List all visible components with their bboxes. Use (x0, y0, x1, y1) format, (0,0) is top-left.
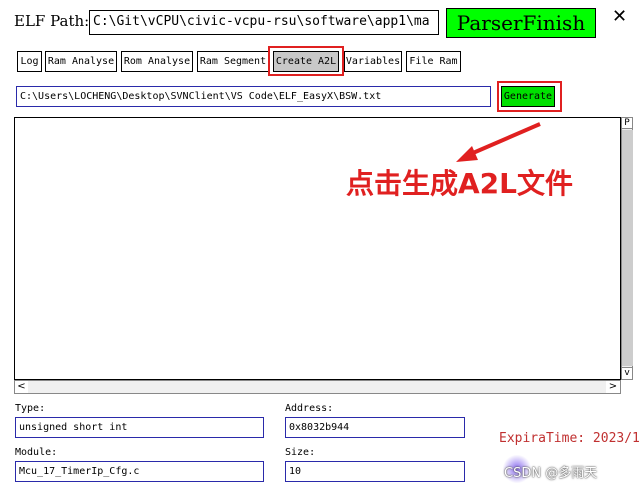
highlight-create-a2l (268, 46, 344, 76)
close-icon[interactable]: ✕ (612, 6, 627, 27)
vertical-scroll-thumb[interactable] (622, 130, 633, 366)
size-label: Size: (285, 447, 316, 458)
tab-variables[interactable]: Variables (344, 51, 402, 72)
expiration-time: ExpiraTime: 2023/1 (499, 431, 640, 446)
elf-path-input[interactable]: C:\Git\vCPU\civic-vcpu-rsu\software\app1… (89, 10, 439, 35)
address-label: Address: (285, 403, 334, 414)
scroll-up-icon[interactable]: P (621, 117, 633, 129)
module-label: Module: (15, 447, 58, 458)
annotation-arrow-icon (456, 122, 541, 162)
output-file-input[interactable]: C:\Users\LOCHENG\Desktop\SVNClient\VS Co… (16, 86, 491, 107)
size-field[interactable]: 10 (285, 461, 465, 482)
address-field[interactable]: 0x8032b944 (285, 417, 465, 438)
highlight-generate (497, 81, 562, 112)
horizontal-scrollbar[interactable] (14, 380, 621, 394)
tab-log[interactable]: Log (17, 51, 42, 72)
elf-path-label: ELF Path: (14, 12, 90, 30)
csdn-watermark: CSDN @多雨天 (504, 466, 598, 481)
scroll-down-icon[interactable]: v (621, 367, 633, 380)
tab-file-ram[interactable]: File Ram (406, 51, 461, 72)
type-field[interactable]: unsigned short int (15, 417, 264, 438)
scroll-left-icon[interactable]: < (15, 381, 28, 393)
module-field[interactable]: Mcu_17_TimerIp_Cfg.c (15, 461, 264, 482)
scroll-right-icon[interactable]: > (606, 381, 620, 393)
annotation-text: 点击生成A2L文件 (346, 167, 573, 200)
type-label: Type: (15, 403, 46, 414)
tab-ram-segment[interactable]: Ram Segment (197, 51, 269, 72)
tab-rom-analyse[interactable]: Rom Analyse (121, 51, 193, 72)
tab-ram-analyse[interactable]: Ram Analyse (45, 51, 117, 72)
parser-status-badge: ParserFinish (446, 8, 596, 38)
